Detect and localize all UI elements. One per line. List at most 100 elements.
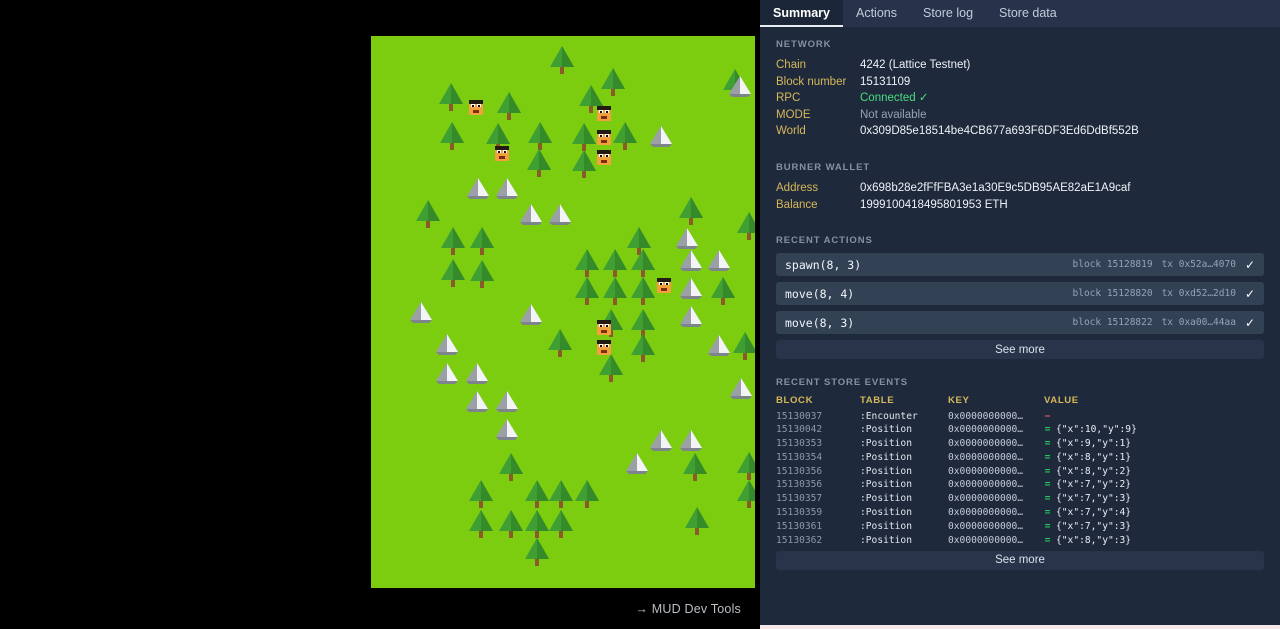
event-table: :Position [860,451,912,463]
tab-label: Actions [855,5,897,20]
event-block: 15130037 [776,410,823,422]
rock-sprite [517,302,545,326]
set-marker-icon: = [1044,493,1051,505]
tree-sprite [526,121,554,151]
event-value-cell: − [1044,409,1264,423]
info-label: World [776,125,806,138]
event-table: :Position [860,465,912,477]
event-block: 15130353 [776,438,823,450]
rock-sprite [705,333,733,357]
action-row[interactable]: spawn(8, 3) block 15128819 tx 0x52a…4070 ✓ [776,253,1264,277]
table-row[interactable]: 15130356:Position 0x0000000000… = {"x":7,"y… [776,478,1264,492]
event-value: {"x":8,"y":3} [1056,534,1132,546]
event-key: 0x0000000000… [948,493,1024,505]
network-section-title: NETWORK [776,39,832,50]
action-tx-hash: tx 0xa00…44aa [1161,317,1236,329]
tree-sprite [547,479,575,509]
tree-sprite [546,328,574,358]
mud-dev-tools-label[interactable]: → MUD Dev Tools [635,602,741,616]
player-sprite[interactable] [595,318,613,336]
tree-sprite [437,82,465,112]
info-label: MODE [776,108,811,121]
tab-store-log[interactable]: Store log [910,0,986,27]
info-row: Block number 15131109 [776,74,1264,91]
tab-store-data[interactable]: Store data [986,0,1070,27]
info-label: Balance [776,198,818,211]
event-value-cell: = {"x":8,"y":3} [1044,533,1264,547]
set-marker-icon: = [1044,451,1051,463]
table-row[interactable]: 15130362:Position 0x0000000000… = {"x":8,"y… [776,533,1264,547]
store-events-see-more-button[interactable]: See more [776,550,1264,570]
tree-sprite [495,91,523,121]
player-sprite[interactable] [467,98,485,116]
tree-sprite [601,276,629,306]
info-row: Address 0x698b28e2fFfFBA3e1a30E9c5DB95AE8… [776,180,1264,197]
game-viewport[interactable] [371,36,755,588]
set-marker-icon: = [1044,507,1051,519]
tree-sprite [629,248,657,278]
check-icon: ✓ [1244,315,1255,330]
table-row[interactable]: 15130359:Position 0x0000000000… = {"x":7,"y… [776,506,1264,520]
action-block: block 15128820 [1072,288,1153,300]
event-block: 15130356 [776,479,823,491]
event-value: {"x":10,"y":9} [1056,424,1137,436]
rock-sprite [433,361,461,385]
info-value: 0x698b28e2fFfFBA3e1a30E9c5DB95AE82aE1A9c… [860,181,1131,194]
app-root: → MUD Dev Tools Summary Actions Store log S… [0,0,1280,629]
event-key: 0x0000000000… [948,410,1024,422]
event-value: {"x":7,"y":3} [1056,520,1132,532]
check-icon: ✓ [1244,257,1255,272]
recent-actions-see-more-button[interactable]: See more [776,340,1264,360]
tab-actions[interactable]: Actions [843,0,910,27]
player-sprite[interactable] [655,276,673,294]
player-sprite[interactable] [595,128,613,146]
event-table: :Position [860,534,912,546]
rock-sprite [463,361,491,385]
info-label: RPC [776,92,801,105]
action-block: block 15128819 [1072,259,1153,271]
rock-sprite [647,428,675,452]
table-row[interactable]: 15130037:Encounter 0x0000000000… − [776,409,1264,423]
player-sprite[interactable] [595,338,613,356]
event-table: :Position [860,507,912,519]
player-sprite[interactable] [595,104,613,122]
tree-sprite [735,211,755,241]
event-value-cell: = {"x":8,"y":1} [1044,451,1264,465]
event-block: 15130359 [776,507,823,519]
column-header: KEY [948,395,970,407]
table-row[interactable]: 15130361:Position 0x0000000000… = {"x":7,"y… [776,519,1264,533]
table-row[interactable]: 15130357:Position 0x0000000000… = {"x":7,"y… [776,492,1264,506]
tab-label: Store data [999,5,1057,20]
tree-sprite [599,67,627,97]
tree-sprite [677,196,705,226]
tab-summary[interactable]: Summary [760,0,843,27]
event-value-cell: = {"x":7,"y":3} [1044,519,1264,533]
tree-sprite [439,226,467,256]
tab-bar: Summary Actions Store log Store data [760,0,1280,27]
event-value-cell: = {"x":7,"y":3} [1044,492,1264,506]
action-row[interactable]: move(8, 3) block 15128822 tx 0xa00…44aa ✓ [776,311,1264,335]
game-footer: → MUD Dev Tools [371,588,755,629]
table-row[interactable]: 15130042:Position 0x0000000000… = {"x":10,"… [776,423,1264,437]
event-value-cell: = {"x":8,"y":2} [1044,464,1264,478]
table-row[interactable]: 15130353:Position 0x0000000000… = {"x":9,"y… [776,437,1264,451]
event-value-cell: = {"x":10,"y":9} [1044,423,1264,437]
rock-sprite [647,124,675,148]
event-value: {"x":7,"y":4} [1056,507,1132,519]
player-sprite[interactable] [493,144,511,162]
tree-sprite [468,226,496,256]
action-name: move(8, 4) [785,286,855,301]
rock-sprite [517,202,545,226]
rock-sprite [463,389,491,413]
action-row[interactable]: move(8, 4) block 15128820 tx 0xd52…2d10 ✓ [776,282,1264,306]
table-row[interactable]: 15130356:Position 0x0000000000… = {"x":8,"y… [776,464,1264,478]
recent-store-events-section-title: RECENT STORE EVENTS [776,377,908,389]
info-label: Chain [776,59,807,71]
event-key: 0x0000000000… [948,451,1024,463]
table-row[interactable]: 15130354:Position 0x0000000000… = {"x":8,"y… [776,451,1264,465]
player-sprite[interactable] [595,148,613,166]
event-table: :Position [860,520,912,532]
tree-sprite [497,452,525,482]
panel-body: NETWORK Chain 4242 (Lattice Testnet) Block… [760,27,1280,629]
set-marker-icon: = [1044,465,1051,477]
